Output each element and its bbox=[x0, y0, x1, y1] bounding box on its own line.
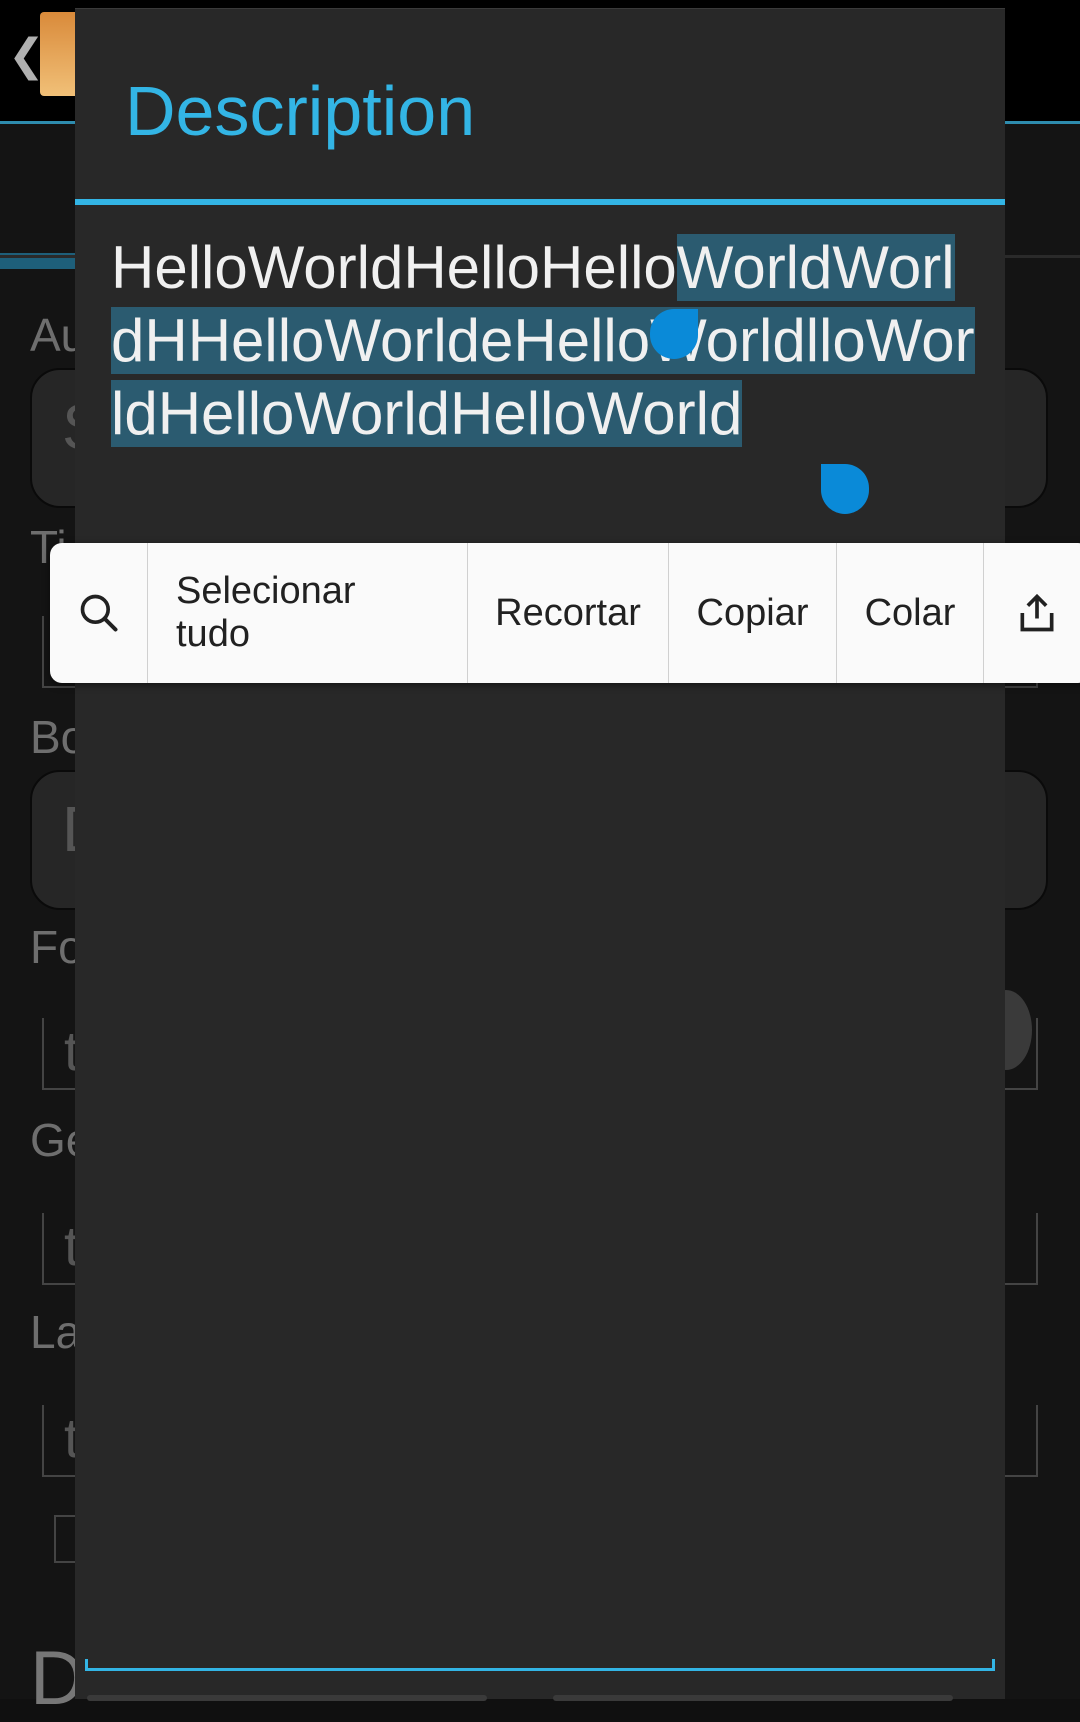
copy-button[interactable]: Copiar bbox=[669, 543, 837, 683]
paste-button[interactable]: Colar bbox=[837, 543, 984, 683]
dialog-title-divider bbox=[75, 199, 1005, 205]
app-icon bbox=[40, 12, 80, 96]
share-icon bbox=[1020, 593, 1054, 632]
search-button[interactable] bbox=[50, 543, 148, 683]
description-text-field[interactable]: HelloWorldHelloHelloWorldWorldHHelloWorl… bbox=[111, 231, 977, 450]
background-label-language: La bbox=[30, 1306, 82, 1358]
description-dialog: Description HelloWorldHelloHelloWorldWor… bbox=[75, 8, 1005, 1701]
text-selection-toolbar: Selecionar tudo Recortar Copiar Colar bbox=[50, 543, 1080, 683]
cut-button[interactable]: Recortar bbox=[468, 543, 669, 683]
description-text-unselected: HelloWorldHelloHello bbox=[111, 234, 677, 301]
dialog-button-right[interactable] bbox=[553, 1695, 953, 1701]
share-button[interactable] bbox=[984, 543, 1080, 683]
selection-end-handle[interactable] bbox=[821, 464, 869, 514]
dialog-title: Description bbox=[125, 72, 476, 150]
selection-start-handle[interactable] bbox=[650, 309, 698, 359]
dialog-button-left[interactable] bbox=[87, 1695, 487, 1701]
select-all-button[interactable]: Selecionar tudo bbox=[148, 543, 468, 683]
text-field-underline bbox=[85, 1659, 995, 1671]
search-icon bbox=[80, 594, 118, 632]
